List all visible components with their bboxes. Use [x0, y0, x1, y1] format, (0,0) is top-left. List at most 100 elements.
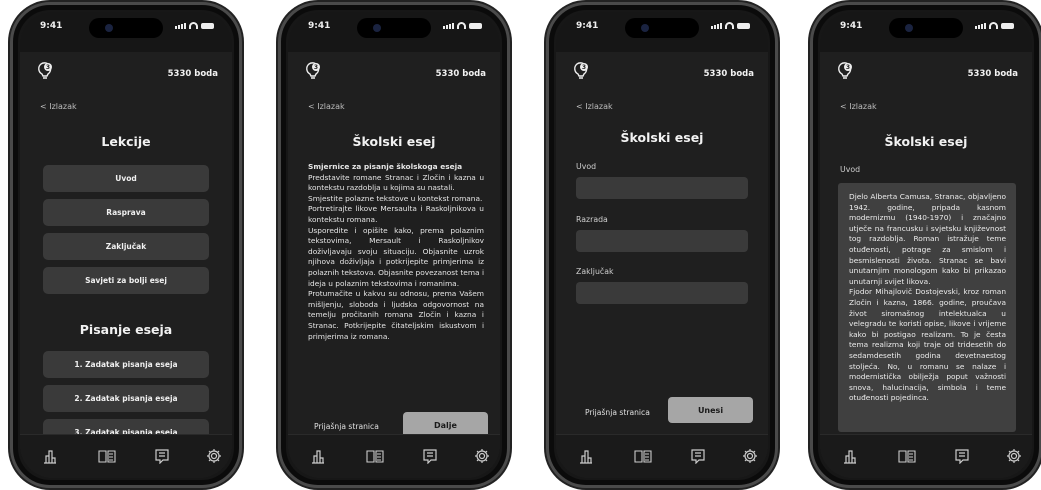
settings-icon[interactable]: [1006, 448, 1022, 464]
app-bar: 3 5330 boda: [288, 52, 500, 92]
back-button[interactable]: < Izlazak: [40, 102, 77, 111]
guidelines-heading: Smjernice za pisanje školskoga eseja: [308, 162, 463, 171]
intro-text-area[interactable]: Djelo Alberta Camusa, Stranac, objavljen…: [838, 183, 1016, 432]
book-icon[interactable]: [366, 448, 384, 464]
chart-icon[interactable]: [842, 448, 858, 464]
status-bar: 9:41: [20, 12, 232, 52]
conclusion-label: Zaključak: [576, 267, 614, 276]
back-button[interactable]: < Izlazak: [576, 102, 613, 111]
lesson-button-zakljucak[interactable]: Zaključak: [43, 233, 209, 260]
guideline-paragraph: Smjestite polazne tekstove u kontekst ro…: [308, 193, 483, 203]
guideline-paragraph: Predstavite romane Stranac i Zločin i ka…: [308, 172, 484, 193]
bottom-nav: [288, 434, 500, 478]
back-label: Izlazak: [49, 102, 77, 111]
phone-lessons: 9:41 3 5330 boda < Izlazak Lekcije Uvod …: [10, 2, 242, 488]
body-input[interactable]: [576, 230, 748, 252]
notes-icon[interactable]: [954, 448, 970, 464]
points-label: 5330 boda: [435, 69, 486, 79]
system-icons: [443, 22, 482, 29]
phone-essay-guidelines: 9:41 3 5330 boda < Izlazak Školski esej …: [278, 2, 510, 488]
battery-icon: [737, 23, 750, 29]
settings-icon[interactable]: [474, 448, 490, 464]
app-bar: 3 5330 boda: [20, 52, 232, 92]
dynamic-island: [889, 18, 963, 38]
notes-icon[interactable]: [422, 448, 438, 464]
signal-icon: [975, 23, 986, 29]
back-button[interactable]: < Izlazak: [308, 102, 345, 111]
body-label: Razrada: [576, 215, 608, 224]
status-time: 9:41: [308, 21, 331, 31]
intro-text: Djelo Alberta Camusa, Stranac, objavljen…: [838, 183, 1016, 404]
status-time: 9:41: [576, 21, 599, 31]
book-icon[interactable]: [898, 448, 916, 464]
conclusion-input[interactable]: [576, 282, 748, 304]
points-label: 5330 boda: [967, 69, 1018, 79]
intro-input[interactable]: [576, 177, 748, 199]
lesson-button-savjeti[interactable]: Savjeti za bolji esej: [43, 267, 209, 294]
lesson-button-rasprava[interactable]: Rasprava: [43, 199, 209, 226]
wifi-icon: [989, 22, 998, 29]
essay-title: Školski esej: [352, 134, 436, 149]
phone-essay-filled: 9:41 3 5330 boda < Izlazak Školski esej …: [810, 2, 1041, 488]
essay-writing-title: Pisanje eseja: [79, 322, 173, 337]
back-label: Izlazak: [317, 102, 345, 111]
screen-lessons: 9:41 3 5330 boda < Izlazak Lekcije Uvod …: [20, 12, 232, 478]
previous-page-button[interactable]: Prijašnja stranica: [585, 408, 650, 417]
hint-count: 3: [314, 64, 318, 71]
wifi-icon: [189, 22, 198, 29]
system-icons: [175, 22, 214, 29]
points-label: 5330 boda: [167, 69, 218, 79]
essay-title: Školski esej: [620, 130, 704, 145]
chart-icon[interactable]: [310, 448, 326, 464]
back-label: Izlazak: [585, 102, 613, 111]
notes-icon[interactable]: [690, 448, 706, 464]
guideline-paragraph: Protumačite u kakvu su odnosu, prema Vaš…: [308, 289, 484, 341]
points-label: 5330 boda: [703, 69, 754, 79]
dynamic-island: [625, 18, 699, 38]
intro-label: Uvod: [840, 165, 861, 174]
system-icons: [711, 22, 750, 29]
essay-title: Školski esej: [884, 134, 968, 149]
status-bar: 9:41: [288, 12, 500, 52]
status-bar: 9:41: [820, 12, 1032, 52]
app-bar: 3 5330 boda: [556, 52, 768, 92]
dynamic-island: [357, 18, 431, 38]
book-icon[interactable]: [98, 448, 116, 464]
screen-essay-input: 9:41 3 5330 boda < Izlazak Školski esej …: [556, 12, 768, 478]
chart-icon[interactable]: [578, 448, 594, 464]
essay-paragraph: Fjodor Mihajlovič Dostojevski, kroz roma…: [849, 287, 1006, 403]
lightbulb-hint-icon[interactable]: 3: [37, 61, 54, 81]
submit-button[interactable]: Unesi: [668, 397, 753, 423]
wifi-icon: [725, 22, 734, 29]
settings-icon[interactable]: [206, 448, 222, 464]
hint-count: 3: [846, 64, 850, 71]
status-bar: 9:41: [556, 12, 768, 52]
system-icons: [975, 22, 1014, 29]
signal-icon: [711, 23, 722, 29]
task-button-1[interactable]: 1. Zadatak pisanja eseja: [43, 351, 209, 378]
battery-icon: [201, 23, 214, 29]
settings-icon[interactable]: [742, 448, 758, 464]
lightbulb-hint-icon[interactable]: 3: [837, 61, 854, 81]
notes-icon[interactable]: [154, 448, 170, 464]
battery-icon: [469, 23, 482, 29]
essay-paragraph: Djelo Alberta Camusa, Stranac, objavljen…: [849, 192, 1006, 286]
lightbulb-hint-icon[interactable]: 3: [573, 61, 590, 81]
signal-icon: [443, 23, 454, 29]
screen-essay-filled: 9:41 3 5330 boda < Izlazak Školski esej …: [820, 12, 1032, 478]
bottom-nav: [820, 434, 1032, 478]
lightbulb-hint-icon[interactable]: 3: [305, 61, 322, 81]
wifi-icon: [457, 22, 466, 29]
lessons-title: Lekcije: [101, 134, 151, 149]
hint-count: 3: [582, 64, 586, 71]
chart-icon[interactable]: [42, 448, 58, 464]
task-button-2[interactable]: 2. Zadatak pisanja eseja: [43, 385, 209, 412]
previous-page-button[interactable]: Prijašnja stranica: [314, 422, 379, 431]
dynamic-island: [89, 18, 163, 38]
back-button[interactable]: < Izlazak: [840, 102, 877, 111]
app-bar: 3 5330 boda: [820, 52, 1032, 92]
book-icon[interactable]: [634, 448, 652, 464]
signal-icon: [175, 23, 186, 29]
lesson-button-uvod[interactable]: Uvod: [43, 165, 209, 192]
hint-count: 3: [46, 64, 50, 71]
